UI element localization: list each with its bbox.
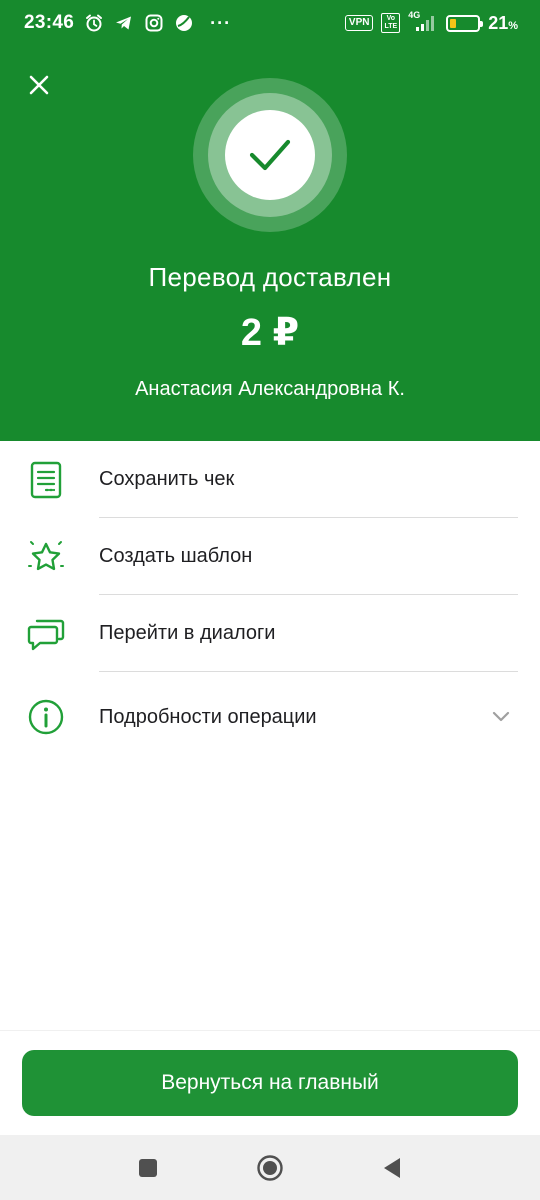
checkmark-icon [249,139,291,171]
info-icon [24,695,68,739]
recents-icon [139,1158,157,1177]
back-button[interactable] [377,1153,407,1183]
operation-details-label: Подробности операции [99,705,317,728]
home-icon [257,1154,283,1181]
create-template-button[interactable]: Создать шаблон [0,518,540,595]
operation-details-toggle[interactable]: Подробности операции [0,672,540,762]
alarm-icon [84,13,104,33]
more-notifications-dots: ··· [210,12,232,33]
go-to-dialogs-label: Перейти в диалоги [99,622,276,644]
star-icon [24,535,68,579]
vpn-badge: VPN [344,15,374,31]
recipient-name: Анастасия Александровна К. [135,378,405,400]
volte-badge: Vo LTE [381,13,401,33]
success-ring-inner [208,93,332,217]
close-button[interactable] [22,68,56,102]
telegram-icon [114,13,134,33]
battery-icon [446,14,484,32]
receipt-icon [24,458,68,502]
status-bar: 23:46 ··· VPN Vo LTE 4G 21% [0,0,540,46]
close-icon [29,75,49,95]
status-left: 23:46 ··· [24,12,231,34]
system-nav-bar [0,1135,540,1200]
return-home-button[interactable]: Вернуться на главный [22,1050,518,1116]
status-time: 23:46 [24,12,75,33]
status-right: VPN Vo LTE 4G 21% [344,10,518,34]
save-receipt-button[interactable]: Сохранить чек [0,441,540,518]
battery-percent-unit: % [508,19,518,32]
instagram-icon [144,13,164,33]
bottom-area: Вернуться на главный [0,1030,540,1135]
action-list: Сохранить чек Создать шаблон Перейти в д… [0,441,540,762]
recents-button[interactable] [133,1153,163,1183]
save-receipt-label: Сохранить чек [99,468,235,490]
battery-fill [450,18,456,28]
chat-icon [24,612,68,656]
transfer-amount: 2 ₽ [240,312,300,354]
create-template-label: Создать шаблон [99,545,253,567]
success-badge [225,110,315,200]
return-home-label: Вернуться на главный [161,1071,379,1094]
success-header: Перевод доставлен 2 ₽ Анастасия Александ… [0,46,540,441]
battery-percent: 21% [488,13,518,34]
network-type: 4G [408,10,421,20]
globe-icon [174,13,194,33]
battery-percent-value: 21 [488,12,509,33]
success-ring-outer [193,78,347,232]
go-to-dialogs-button[interactable]: Перейти в диалоги [0,595,540,672]
signal-icon: 4G [408,10,438,33]
page-title: Перевод доставлен [148,262,392,292]
home-button[interactable] [255,1153,285,1183]
chevron-down-icon [490,706,512,728]
back-icon [384,1157,400,1178]
